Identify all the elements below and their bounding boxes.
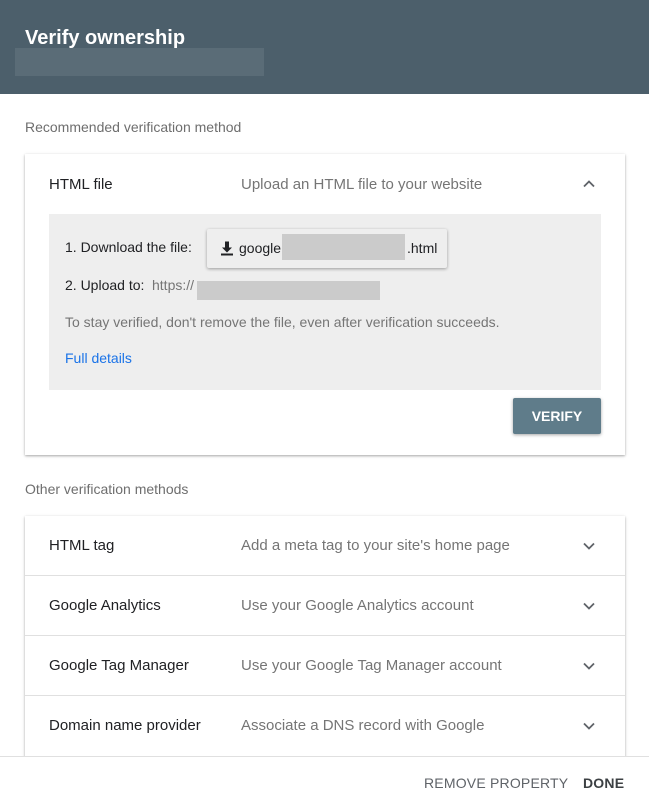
- chevron-down-icon[interactable]: [581, 598, 597, 614]
- method-description: Use your Google Analytics account: [241, 597, 474, 614]
- method-name: Google Tag Manager: [49, 657, 189, 674]
- method-description: Add a meta tag to your site's home page: [241, 537, 510, 554]
- download-icon: [221, 241, 233, 256]
- redacted-file-token: [282, 234, 405, 260]
- recommended-method-card: HTML file Upload an HTML file to your we…: [25, 154, 625, 455]
- redacted-property-url: [15, 48, 264, 76]
- chevron-down-icon[interactable]: [581, 718, 597, 734]
- verify-button[interactable]: VERIFY: [513, 398, 601, 434]
- method-name-html-file: HTML file: [49, 176, 113, 193]
- method-description-html-file: Upload an HTML file to your website: [241, 176, 483, 193]
- other-methods-card: HTML tag Add a meta tag to your site's h…: [25, 516, 625, 761]
- chevron-up-icon[interactable]: [581, 176, 597, 192]
- download-step-label: 1. Download the file:: [65, 239, 192, 255]
- done-button[interactable]: DONE: [583, 775, 624, 791]
- upload-url-prefix: https://: [152, 277, 195, 293]
- method-name: HTML tag: [49, 537, 115, 554]
- dialog-footer: REMOVE PROPERTY DONE: [0, 756, 649, 807]
- method-row-domain-name-provider[interactable]: Domain name provider Associate a DNS rec…: [25, 696, 625, 756]
- stay-verified-note: To stay verified, don't remove the file,…: [65, 314, 500, 330]
- chevron-down-icon[interactable]: [581, 538, 597, 554]
- redacted-upload-url: [197, 281, 380, 300]
- dialog-title: Verify ownership: [25, 27, 186, 49]
- method-name: Domain name provider: [49, 717, 201, 734]
- method-row-google-tag-manager[interactable]: Google Tag Manager Use your Google Tag M…: [25, 636, 625, 696]
- download-file-button[interactable]: google .html: [207, 229, 447, 268]
- method-description: Associate a DNS record with Google: [241, 717, 485, 734]
- method-row-html-tag[interactable]: HTML tag Add a meta tag to your site's h…: [25, 516, 625, 576]
- recommended-section-label: Recommended verification method: [25, 119, 242, 135]
- remove-property-button[interactable]: REMOVE PROPERTY: [424, 775, 568, 791]
- full-details-link[interactable]: Full details: [65, 350, 132, 366]
- html-file-instructions: 1. Download the file: google .html 2. Up…: [49, 214, 601, 390]
- method-row-google-analytics[interactable]: Google Analytics Use your Google Analyti…: [25, 576, 625, 636]
- dialog-header: Verify ownership: [0, 0, 649, 94]
- file-name-suffix: .html: [407, 240, 438, 256]
- other-methods-section-label: Other verification methods: [25, 481, 189, 497]
- method-name: Google Analytics: [49, 597, 161, 614]
- method-description: Use your Google Tag Manager account: [241, 657, 502, 674]
- chevron-down-icon[interactable]: [581, 658, 597, 674]
- upload-step-label: 2. Upload to:: [65, 277, 145, 293]
- file-name-prefix: google: [239, 240, 282, 256]
